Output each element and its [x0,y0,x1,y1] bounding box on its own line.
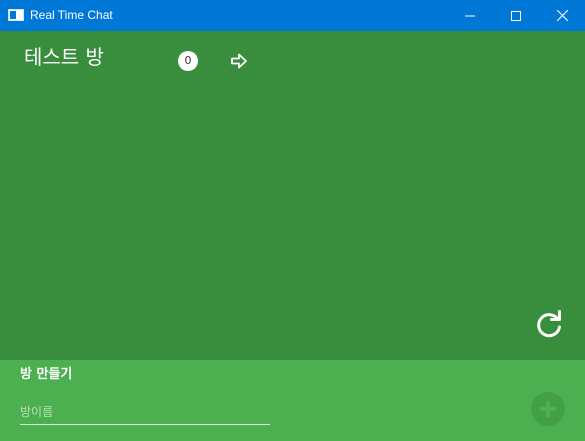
maximize-icon [511,10,521,21]
room-list-item[interactable]: 테스트 방 0 [0,31,585,87]
window-title: Real Time Chat [30,8,113,22]
create-room-title: 방 만들기 [20,367,73,382]
close-icon [556,10,568,21]
maximize-button[interactable] [493,0,539,31]
user-count-badge: 0 [178,51,198,71]
room-name: 테스트 방 [24,45,104,69]
minimize-icon [465,15,475,16]
refresh-icon[interactable] [534,310,564,340]
minimize-button[interactable] [447,0,493,31]
app-window-icon [8,9,24,21]
close-button[interactable] [539,0,585,31]
room-name-input[interactable] [20,400,270,425]
plus-icon [540,401,556,417]
title-bar: Real Time Chat [0,0,585,31]
room-list-area: 테스트 방 0 [0,31,585,360]
enter-room-arrow-icon[interactable] [230,52,248,70]
add-room-button[interactable] [531,392,565,426]
create-room-panel: 방 만들기 [0,360,585,441]
